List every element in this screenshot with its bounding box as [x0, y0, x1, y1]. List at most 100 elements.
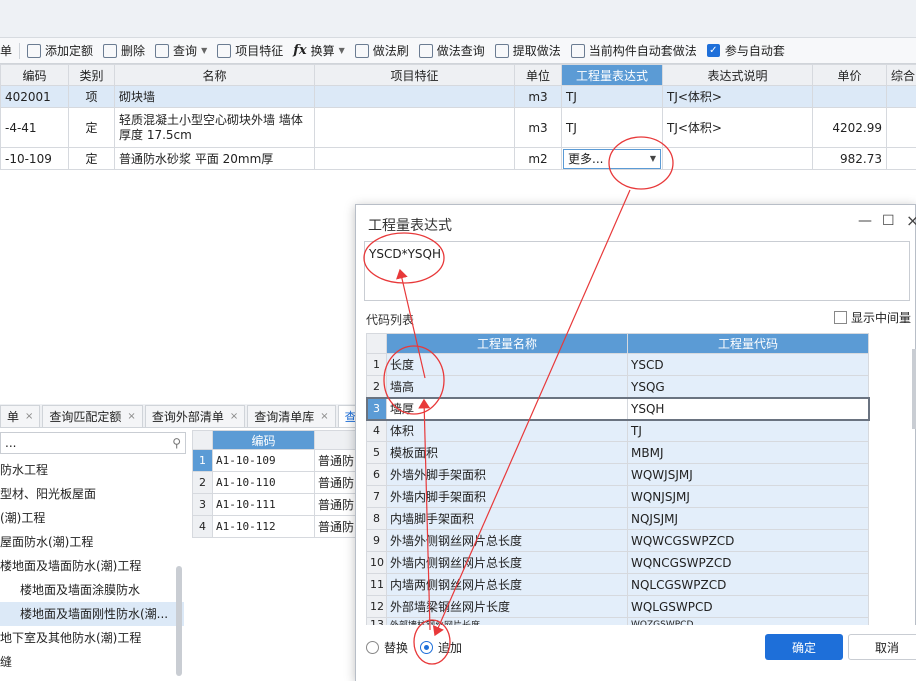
cell-code[interactable]: -10-109	[0, 147, 69, 170]
append-radio[interactable]: 追加	[420, 639, 462, 656]
add-quota-button[interactable]: 添加定额	[22, 40, 98, 62]
tab-list[interactable]: 单 ×	[0, 405, 41, 427]
cell-code[interactable]: A1-10-110	[212, 471, 315, 494]
close-icon[interactable]: ×	[906, 211, 916, 230]
tree-node-selected[interactable]: 楼地面及墙面刚性防水(潮...	[0, 602, 184, 626]
close-icon[interactable]: ×	[320, 411, 328, 422]
table-row[interactable]: 11 内墙两侧钢丝网片总长度 NQLCGSWPZCD	[366, 573, 869, 596]
method-query-button[interactable]: 做法查询	[414, 40, 490, 62]
tree-node[interactable]: 楼地面及墙面防水(潮)工程	[0, 554, 184, 578]
tab-list-library[interactable]: 查询清单库 ×	[247, 405, 336, 427]
tab-external-list[interactable]: 查询外部清单 ×	[144, 405, 246, 427]
maximize-icon[interactable]: ☐	[882, 213, 895, 229]
extract-method-button[interactable]: 提取做法	[490, 40, 566, 62]
cell-feature[interactable]	[314, 147, 515, 170]
tree-node[interactable]: 缝	[0, 650, 184, 674]
cell-name[interactable]: 普通防水砂浆 平面 20mm厚	[114, 147, 315, 170]
table-row[interactable]: 402001 项 砌块墙 m3 TJ TJ<体积>	[0, 85, 916, 108]
tree-scrollbar[interactable]	[176, 566, 182, 676]
table-row[interactable]: 12 外部墙梁钢丝网片长度 WQLGSWPCD	[366, 595, 869, 618]
cell-quantity-name[interactable]: 外墙外侧钢丝网片总长度	[386, 529, 628, 552]
cell-unit[interactable]: m2	[514, 147, 562, 170]
table-row[interactable]: -10-109 定 普通防水砂浆 平面 20mm厚 m2 更多... ▼ 982…	[0, 147, 916, 170]
cell-price[interactable]: 4202.99	[812, 107, 887, 148]
auto-apply-button[interactable]: 当前构件自动套做法	[566, 40, 702, 62]
tree-node[interactable]: 楼地面及墙面涂膜防水	[0, 578, 184, 602]
cell-feature[interactable]	[314, 85, 515, 108]
tree-node[interactable]: (潮)工程	[0, 506, 184, 530]
col-header-unit[interactable]: 单位	[514, 64, 562, 86]
cell-composite[interactable]	[886, 147, 916, 170]
col-header-code[interactable]: 编码	[0, 64, 69, 86]
table-row[interactable]: 4 A1-10-112 普通防	[192, 515, 357, 538]
cell-name[interactable]: 轻质混凝土小型空心砌块外墙 墙体厚度 17.5cm	[114, 107, 315, 148]
cell-quantity-code[interactable]: NQJSJMJ	[627, 507, 869, 530]
table-row[interactable]: 9 外墙外侧钢丝网片总长度 WQWCGSWPZCD	[366, 529, 869, 552]
cell-code[interactable]: A1-10-112	[212, 515, 315, 538]
col-header-name[interactable]: 名称	[114, 64, 315, 86]
convert-button[interactable]: fx 换算 ▼	[288, 40, 350, 62]
tree-node[interactable]: 屋面防水(潮)工程	[0, 530, 184, 554]
cell-quantity-code[interactable]: WQWJSJMJ	[627, 463, 869, 486]
cell-expression-desc[interactable]: TJ<体积>	[662, 107, 813, 148]
cell-composite[interactable]	[886, 107, 916, 148]
col-header-price[interactable]: 单价	[812, 64, 887, 86]
table-row[interactable]: 2 A1-10-110 普通防	[192, 471, 357, 494]
cell-name[interactable]: 普通防	[314, 449, 357, 472]
cell-quantity-code[interactable]: TJ	[627, 419, 869, 442]
cell-quantity-code[interactable]: YSQG	[627, 375, 869, 398]
tree-node[interactable]: 型材、阳光板屋面	[0, 482, 184, 506]
table-row[interactable]: 5 模板面积 MBMJ	[366, 441, 869, 464]
cell-code[interactable]: A1-10-109	[212, 449, 315, 472]
close-icon[interactable]: ×	[25, 411, 33, 422]
cell-quantity-name[interactable]: 外墙内侧钢丝网片总长度	[386, 551, 628, 574]
cell-quantity-code[interactable]: NQLCGSWPZCD	[627, 573, 869, 596]
table-row[interactable]: 7 外墙内脚手架面积 WQNJSJMJ	[366, 485, 869, 508]
col-header-composite[interactable]: 综合	[886, 64, 916, 86]
table-row[interactable]: 6 外墙外脚手架面积 WQWJSJMJ	[366, 463, 869, 486]
cancel-button[interactable]: 取消	[848, 634, 916, 660]
cell-quantity-name[interactable]: 内墙脚手架面积	[386, 507, 628, 530]
participate-auto-checkbox[interactable]: ✓ 参与自动套	[702, 40, 790, 62]
cell-type[interactable]: 项	[68, 85, 115, 108]
cell-unit[interactable]: m3	[514, 107, 562, 148]
ok-button[interactable]: 确定	[765, 634, 843, 660]
col-header-expression[interactable]: 工程量表达式	[561, 64, 663, 86]
cell-code[interactable]: 402001	[0, 85, 69, 108]
show-intermediate-checkbox[interactable]: 显示中间量	[834, 309, 911, 326]
cell-composite[interactable]	[886, 85, 916, 108]
cell-quantity-code[interactable]: WQNJSJMJ	[627, 485, 869, 508]
cell-quantity-code[interactable]: WQWCGSWPZCD	[627, 529, 869, 552]
expression-input[interactable]: YSCD*YSQH	[364, 241, 910, 301]
cell-code[interactable]: A1-10-111	[212, 493, 315, 516]
cell-expression-editor[interactable]: 更多... ▼	[561, 147, 663, 170]
table-row[interactable]: 8 内墙脚手架面积 NQJSJMJ	[366, 507, 869, 530]
delete-button[interactable]: 删除	[98, 40, 150, 62]
search-icon[interactable]: ⚲	[172, 436, 181, 450]
cell-type[interactable]: 定	[68, 147, 115, 170]
table-row[interactable]: 3 A1-10-111 普通防	[192, 493, 357, 516]
tree-node[interactable]: 地下室及其他防水(潮)工程	[0, 626, 184, 650]
tree-node[interactable]: 防水工程	[0, 458, 184, 482]
minimize-icon[interactable]: —	[858, 213, 872, 229]
col-header-quantity-name[interactable]: 工程量名称	[386, 333, 628, 354]
table-row[interactable]: 1 长度 YSCD	[366, 353, 869, 376]
col-header-type[interactable]: 类别	[68, 64, 115, 86]
cell-quantity-name[interactable]: 墙厚	[386, 397, 628, 420]
cell-quantity-code[interactable]: WQLGSWPCD	[627, 595, 869, 618]
close-icon[interactable]: ×	[127, 411, 135, 422]
project-feature-button[interactable]: 项目特征	[212, 40, 288, 62]
cell-expression[interactable]: TJ	[561, 85, 663, 108]
cell-expression-desc[interactable]	[662, 147, 813, 170]
cell-name[interactable]: 普通防	[314, 493, 357, 516]
table-row[interactable]: 1 A1-10-109 普通防	[192, 449, 357, 472]
cell-quantity-name[interactable]: 模板面积	[386, 441, 628, 464]
code-list-scrollbar[interactable]	[912, 349, 916, 429]
cell-quantity-code[interactable]: WQNCGSWPZCD	[627, 551, 869, 574]
cell-code[interactable]: -4-41	[0, 107, 69, 148]
cell-quantity-name[interactable]: 外部墙梁钢丝网片长度	[386, 595, 628, 618]
cell-name[interactable]: 砌块墙	[114, 85, 315, 108]
cell-type[interactable]: 定	[68, 107, 115, 148]
cell-quantity-code[interactable]: YSQH	[627, 397, 869, 420]
col-header-feature[interactable]: 项目特征	[314, 64, 515, 86]
